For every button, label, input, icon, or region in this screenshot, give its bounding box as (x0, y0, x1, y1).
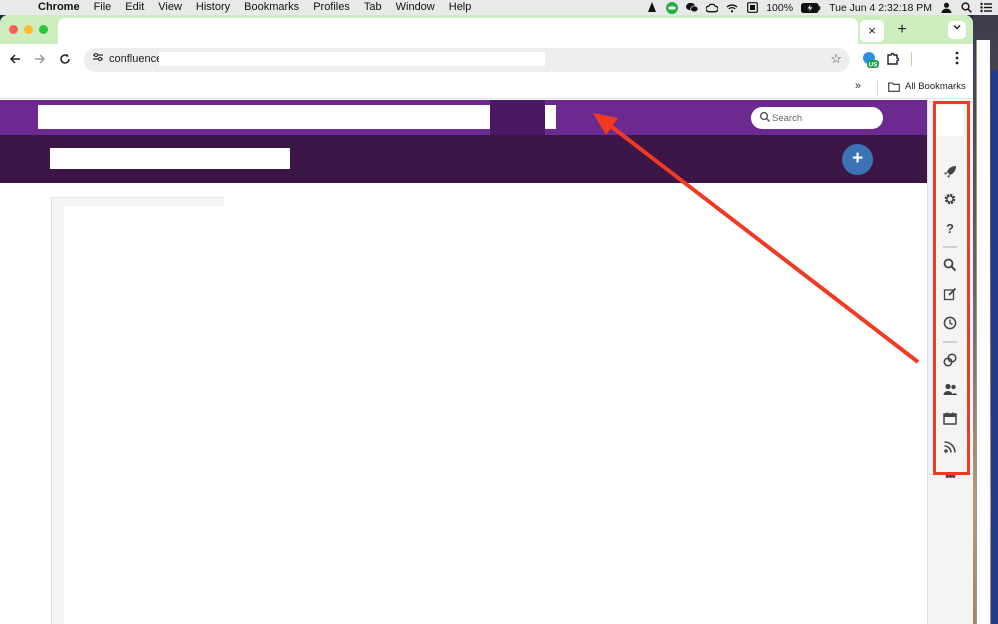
battery-percent: 100% (766, 1, 794, 14)
toolbar-separator (911, 52, 912, 66)
menu-edit[interactable]: Edit (125, 0, 144, 15)
user-icon[interactable] (940, 2, 952, 14)
menu-tab[interactable]: Tab (364, 0, 382, 15)
extension-badge: US (868, 62, 878, 69)
forward-button[interactable] (31, 51, 49, 69)
extensions-puzzle-icon[interactable] (886, 51, 902, 67)
menu-profiles[interactable]: Profiles (313, 0, 350, 15)
page-tree-content (64, 206, 225, 624)
bookmarks-overflow-button[interactable]: » (855, 80, 861, 92)
translate-extension-icon[interactable]: US (862, 51, 879, 69)
back-button[interactable] (6, 51, 24, 69)
search-input[interactable] (772, 110, 872, 126)
minimize-window-button[interactable] (24, 25, 33, 34)
chevron-down-icon (953, 24, 961, 30)
vlc-icon[interactable] (646, 2, 658, 14)
spotlight-icon[interactable] (960, 2, 972, 14)
menu-bar-status: 100% Tue Jun 4 2:32:18 PM (646, 0, 992, 15)
battery-icon[interactable] (801, 2, 821, 14)
space-header: + (0, 135, 927, 183)
arrow-left-icon (9, 54, 20, 64)
control-center-icon[interactable] (980, 2, 992, 14)
annotation-highlight-box (933, 101, 970, 475)
menu-history[interactable]: History (196, 0, 230, 15)
top-nav-redacted (38, 105, 556, 129)
confluence-page: + (0, 100, 927, 624)
arrow-right-icon (35, 54, 46, 64)
search-icon (759, 111, 771, 123)
active-tab[interactable] (58, 18, 858, 44)
menu-app-name[interactable]: Chrome (38, 0, 80, 15)
menu-bar-clock[interactable]: Tue Jun 4 2:32:18 PM (829, 2, 932, 14)
zoom-window-button[interactable] (39, 25, 48, 34)
bookmarks-bar: » All Bookmarks (0, 77, 973, 99)
browser-toolbar: confluence ☆ US (0, 44, 973, 77)
all-bookmarks-button[interactable]: All Bookmarks (888, 81, 966, 92)
wechat-icon[interactable] (686, 2, 699, 14)
background-window (976, 40, 990, 624)
tab-close-icon[interactable]: × (860, 20, 884, 42)
top-nav-active-item[interactable] (490, 100, 545, 135)
display-icon[interactable] (746, 2, 758, 14)
page-tree-panel (51, 197, 225, 624)
menu-help[interactable]: Help (449, 0, 472, 15)
wifi-icon[interactable] (726, 2, 738, 14)
address-bar[interactable]: confluence ☆ (84, 48, 850, 72)
browser-window: × + confluence ☆ US » All Bookmarks Sear… (0, 15, 973, 624)
reload-button[interactable] (56, 51, 74, 69)
menu-view[interactable]: View (158, 0, 182, 15)
menu-file[interactable]: File (94, 0, 112, 15)
folder-icon (888, 81, 900, 92)
site-info-icon[interactable] (90, 52, 106, 68)
reload-icon (60, 53, 70, 64)
background-window-edge (991, 70, 998, 624)
tab-search-button[interactable] (948, 21, 966, 39)
space-title-redacted (50, 148, 290, 169)
tab-title-redacted (66, 22, 846, 40)
new-tab-button[interactable]: + (892, 20, 912, 40)
vertical-dots-icon (955, 51, 959, 65)
tab-strip: × + (0, 15, 973, 44)
confluence-search[interactable] (751, 107, 883, 129)
all-bookmarks-label: All Bookmarks (905, 81, 966, 92)
close-window-button[interactable] (9, 25, 18, 34)
menu-window[interactable]: Window (396, 0, 435, 15)
confluence-top-nav (0, 100, 927, 135)
line-icon[interactable] (666, 1, 679, 14)
bookmarks-separator (877, 81, 878, 95)
url-redacted (159, 52, 545, 66)
chrome-menu-button[interactable] (950, 51, 964, 69)
macos-menu-bar: Chrome File Edit View History Bookmarks … (0, 0, 998, 15)
menu-bookmarks[interactable]: Bookmarks (244, 0, 299, 15)
create-button[interactable]: + (842, 144, 873, 175)
bookmark-star-icon[interactable]: ☆ (830, 51, 842, 67)
creative-cloud-icon[interactable] (706, 2, 719, 14)
url-text[interactable]: confluence (109, 53, 162, 65)
